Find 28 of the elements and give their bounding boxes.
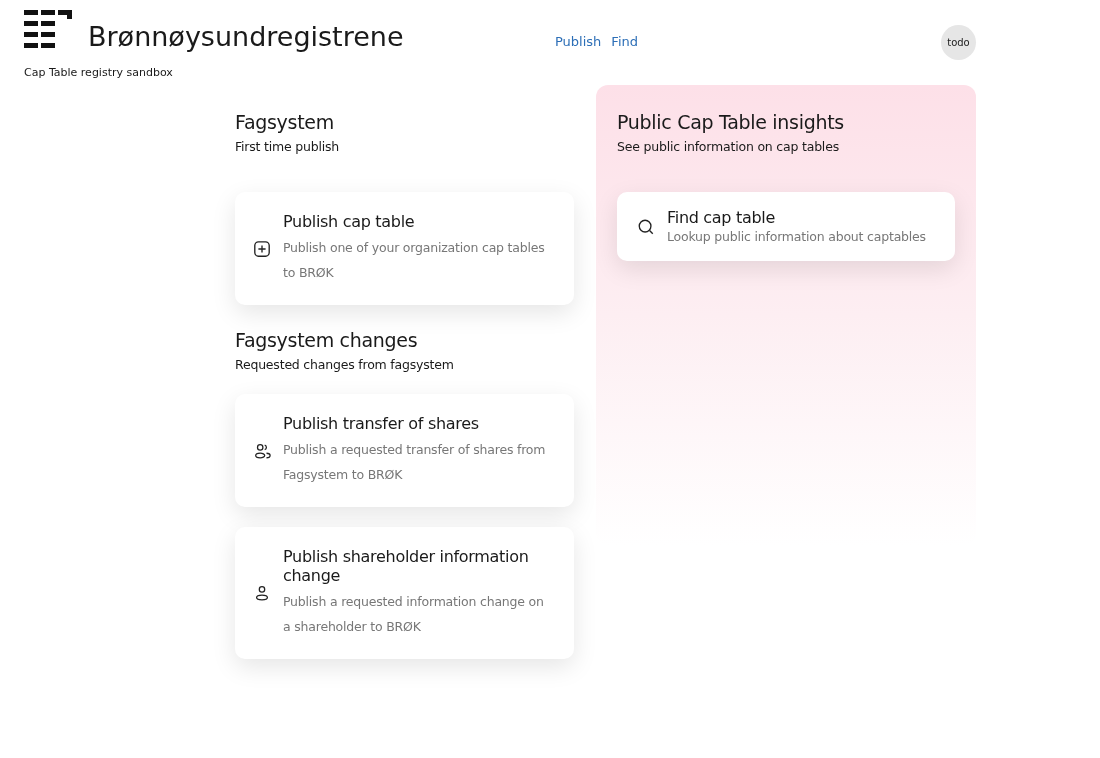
card-title: Publish transfer of shares <box>283 414 480 433</box>
logo-icon <box>24 10 72 50</box>
users-icon <box>253 441 271 460</box>
nav-link[interactable]: Find <box>611 34 638 49</box>
action-card[interactable]: Publish transfer of shares Publish a requested transfer of shares from Fagsystem to BRØK <box>235 394 574 507</box>
action-card[interactable]: Publish shareholder information change Publish a requested information change on a shareholder to BRØK <box>235 527 574 659</box>
card-description: Publish a requested transfer of shares from Fagsystem to BRØK <box>283 441 547 484</box>
plus-square-icon <box>253 239 271 258</box>
section-subtitle: See public information on cap tables <box>617 139 840 154</box>
search-icon <box>637 217 655 236</box>
app-subtitle: Cap Table registry sandbox <box>24 66 174 79</box>
card-title: Publish shareholder information change <box>283 547 530 585</box>
user-icon <box>253 584 271 602</box>
card-title: Publish cap table <box>283 212 416 231</box>
card-title: Find cap table <box>667 208 777 227</box>
action-card[interactable]: Publish cap table Publish one of your organization cap tables to BRØK <box>235 192 574 305</box>
card-description: Publish one of your organization cap tables to BRØK <box>283 239 546 282</box>
section-subtitle: Requested changes from fagsystem <box>235 357 455 372</box>
section-title: Fagsystem changes <box>235 329 419 351</box>
section-title: Public Cap Table insights <box>617 111 845 133</box>
brand-name: Brønnøysundregistrene <box>88 23 404 50</box>
action-card[interactable]: Find cap table Lookup public information about captables <box>617 192 955 261</box>
nav-link[interactable]: Publish <box>555 34 602 49</box>
card-description: Lookup public information about captables <box>667 229 926 245</box>
avatar[interactable]: todo <box>941 25 976 60</box>
card-description: Publish a requested information change on a shareholder to BRØK <box>283 593 545 636</box>
section-title: Fagsystem <box>235 111 335 133</box>
section-subtitle: First time publish <box>235 139 341 154</box>
